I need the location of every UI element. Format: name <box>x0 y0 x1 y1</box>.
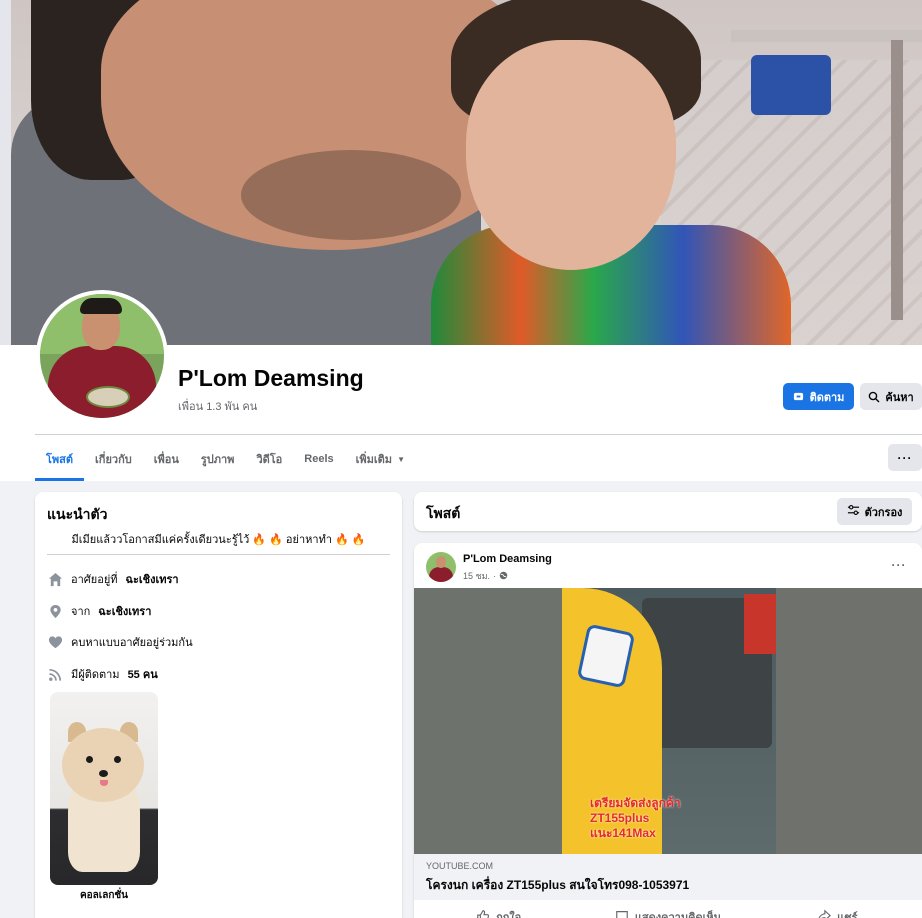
thumbs-up-icon <box>476 909 490 918</box>
filter-label: ตัวกรอง <box>864 506 903 519</box>
tab-videos-label: วิดีโอ <box>256 454 283 466</box>
posts-title: โพสต์ <box>426 505 461 521</box>
tab-videos[interactable]: วิดีโอ <box>245 437 293 481</box>
media-text-line: แนะ141Max <box>590 826 656 840</box>
intro-from-value[interactable]: ฉะเชิงเทรา <box>98 602 151 620</box>
cover-table-leg <box>891 40 903 320</box>
media-text-line: ZT155plus <box>590 811 650 825</box>
profile-avatar[interactable] <box>36 290 168 422</box>
share-label: แชร์ <box>837 912 858 918</box>
dog-nose <box>99 770 108 777</box>
more-options-button[interactable]: ··· <box>888 444 922 471</box>
tab-about-label: เกี่ยวกับ <box>95 454 132 466</box>
intro-title: แนะนำตัว <box>47 506 108 522</box>
link-preview[interactable]: YOUTUBE.COM โครงนก เครื่อง ZT155plus สนใ… <box>414 854 922 900</box>
intro-row-from: จาก ฉะเชิงเทรา <box>47 601 151 621</box>
link-domain: YOUTUBE.COM <box>426 861 494 871</box>
intro-row-lives-in: อาศัยอยู่ที่ ฉะเชิงเทรา <box>47 569 179 589</box>
tab-photos-label: รูปภาพ <box>200 454 235 466</box>
header-divider <box>35 434 922 435</box>
post-card: P'Lom Deamsing 15 ชม. · ··· เตรียมจัดส่ง… <box>414 543 922 918</box>
post-meta: 15 ชม. · <box>463 569 508 583</box>
tab-reels-label: Reels <box>304 453 334 465</box>
share-button[interactable]: แชร์ <box>753 902 922 918</box>
friends-count[interactable]: เพื่อน 1.3 พัน คน <box>178 397 257 415</box>
link-title: โครงนก เครื่อง ZT155plus สนใจโทร098-1053… <box>426 878 690 892</box>
like-button[interactable]: ถูกใจ <box>414 902 583 918</box>
intro-lives-in-label: อาศัยอยู่ที่ <box>71 574 118 586</box>
rss-icon <box>47 666 63 682</box>
tab-friends[interactable]: เพื่อน <box>143 437 190 481</box>
posts-header: โพสต์ ตัวกรอง <box>414 492 922 531</box>
profile-tabs: โพสต์ เกี่ยวกับ เพื่อน รูปภาพ วิดีโอ Ree… <box>35 437 416 481</box>
tab-posts-label: โพสต์ <box>46 454 74 466</box>
intro-followers-label: มีผู้ติดตาม <box>71 669 120 681</box>
cover-child-face <box>466 40 676 270</box>
featured-caption[interactable]: คอลเลกชั่น <box>50 888 158 903</box>
post-options-button[interactable]: ··· <box>887 555 911 575</box>
post-actions: ถูกใจ แสดงความคิดเห็น แชร์ <box>414 902 922 918</box>
location-pin-icon <box>47 603 63 619</box>
chevron-down-icon: ▼ <box>397 454 405 464</box>
intro-row-followers: มีผู้ติดตาม 55 คน <box>47 664 158 684</box>
home-icon <box>47 571 63 587</box>
media-overlay-text: เตรียมจัดส่งลูกค้า ZT155plus แนะ141Max <box>590 796 681 841</box>
tab-more[interactable]: เพิ่มเติม ▼ <box>345 437 416 481</box>
comment-button[interactable]: แสดงความคิดเห็น <box>583 902 752 918</box>
media-engine-red <box>744 594 776 654</box>
tab-posts[interactable]: โพสต์ <box>35 437 85 481</box>
dog-head <box>62 728 144 802</box>
tab-photos[interactable]: รูปภาพ <box>190 437 246 481</box>
share-icon <box>817 908 832 918</box>
post-author-name[interactable]: P'Lom Deamsing <box>463 553 552 565</box>
dog-eye <box>86 756 93 763</box>
follow-icon <box>793 391 805 403</box>
search-icon <box>868 391 880 403</box>
tab-friends-label: เพื่อน <box>153 454 179 466</box>
featured-photo[interactable] <box>50 692 158 885</box>
comment-label: แสดงความคิดเห็น <box>634 912 722 918</box>
intro-lives-in-value[interactable]: ฉะเชิงเทรา <box>126 570 179 588</box>
separator-dot: · <box>493 571 497 581</box>
media-blur-right <box>776 588 922 854</box>
tab-about[interactable]: เกี่ยวกับ <box>84 437 143 481</box>
intro-from-label: จาก <box>71 606 91 618</box>
cover-man-beard <box>241 150 461 240</box>
post-time[interactable]: 15 ชม. <box>463 569 490 583</box>
globe-icon <box>499 571 508 582</box>
filter-button[interactable]: ตัวกรอง <box>837 498 912 525</box>
profile-name: P'Lom Deamsing <box>178 365 364 391</box>
media-text-line: เตรียมจัดส่งลูกค้า <box>590 796 681 810</box>
filter-icon <box>847 504 860 519</box>
post-author-avatar[interactable] <box>426 552 456 582</box>
media-blur-left <box>414 588 562 854</box>
cover-edge <box>0 0 11 345</box>
follow-label: ติดตาม <box>809 391 845 404</box>
like-label: ถูกใจ <box>496 912 522 918</box>
search-label: ค้นหา <box>885 391 914 404</box>
comment-icon <box>615 909 629 918</box>
intro-followers-value[interactable]: 55 คน <box>128 665 158 683</box>
intro-card: แนะนำตัว มีเมียแล้ววโอกาสมีแค่ครั้งเดียว… <box>35 492 402 918</box>
intro-relationship-label: คบหาแบบอาศัยอยู่ร่วมกัน <box>71 637 193 649</box>
heart-icon <box>47 634 63 650</box>
intro-row-relationship: คบหาแบบอาศัยอยู่ร่วมกัน <box>47 632 193 652</box>
dog-eye <box>114 756 121 763</box>
cover-bucket <box>751 55 831 115</box>
tab-reels[interactable]: Reels <box>293 437 344 481</box>
intro-bio: มีเมียแล้ววโอกาสมีแค่ครั้งเดียวนะรู้ไว้ … <box>71 534 366 546</box>
intro-divider <box>47 554 390 555</box>
search-button[interactable]: ค้นหา <box>860 383 922 410</box>
follow-button[interactable]: ติดตาม <box>783 383 854 410</box>
dog-tongue <box>100 780 108 786</box>
post-video-thumbnail[interactable]: เตรียมจัดส่งลูกค้า ZT155plus แนะ141Max <box>414 588 922 854</box>
tab-more-label: เพิ่มเติม <box>355 454 393 466</box>
